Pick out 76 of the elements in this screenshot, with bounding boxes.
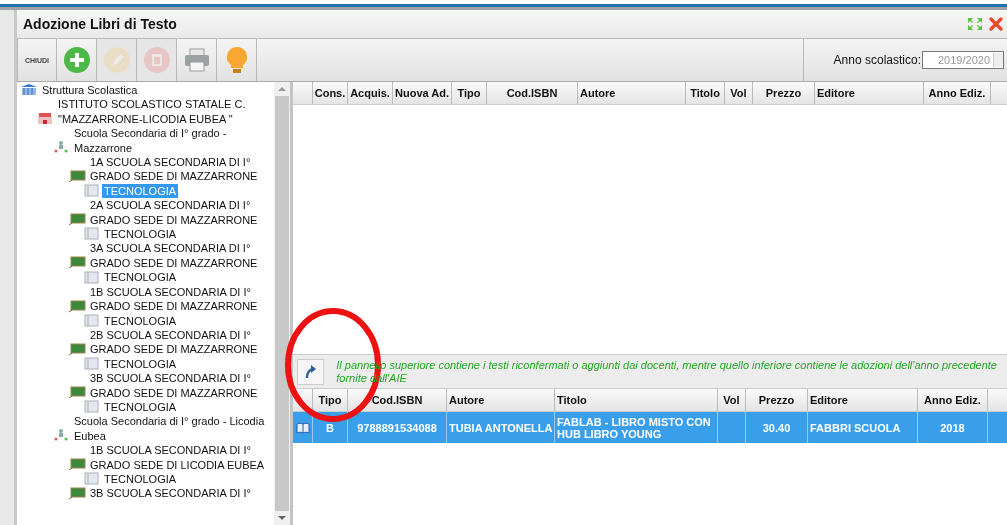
lightbulb-icon xyxy=(225,46,248,74)
column-header[interactable]: Titolo xyxy=(686,82,725,104)
tree-item[interactable]: 3A SCUOLA SECONDARIA DI I° GRADO SEDE DI MAZZARRONE xyxy=(88,241,274,271)
people-icon xyxy=(52,140,70,155)
table-cell: TUBIA ANTONELLA xyxy=(449,421,553,434)
tree-item[interactable]: 3B SCUOLA SECONDARIA DI I° xyxy=(88,486,253,501)
blackboard-icon xyxy=(68,385,86,399)
blackboard-icon xyxy=(68,256,86,270)
plus-icon xyxy=(62,46,91,74)
column-header[interactable]: Cod.ISBN xyxy=(487,82,578,104)
column-header[interactable]: Prezzo xyxy=(746,389,808,411)
column-header[interactable]: Vol xyxy=(718,389,746,411)
column-header[interactable]: Editore xyxy=(815,82,924,104)
column-header[interactable]: Autore xyxy=(447,389,555,411)
tree-item[interactable]: TECNOLOGIA xyxy=(102,270,179,285)
tree-item[interactable]: TECNOLOGIA xyxy=(102,313,179,328)
book-icon xyxy=(84,400,100,414)
move-up-button[interactable] xyxy=(297,358,325,385)
column-header[interactable]: Editore xyxy=(808,389,918,411)
school-building-icon xyxy=(36,112,54,126)
table-cell: FABBRI SCUOLA xyxy=(810,421,901,434)
book-icon xyxy=(84,357,100,371)
table-cell: B xyxy=(326,421,334,434)
tree-item[interactable]: 1A SCUOLA SECONDARIA DI I° GRADO SEDE DI MAZZARRONE xyxy=(88,155,274,184)
blackboard-icon xyxy=(68,342,86,356)
table-cell-text: FABLAB - LIBRO MISTO CON HUB LIBRO YOUNG xyxy=(557,415,712,440)
book-icon xyxy=(84,184,100,198)
tree-item[interactable]: TECNOLOGIA xyxy=(102,356,179,372)
school-year-label: Anno scolastico: xyxy=(833,53,921,67)
close-icon[interactable] xyxy=(989,17,1003,31)
column-header[interactable]: Tipo xyxy=(452,82,487,104)
table-cell: 2018 xyxy=(940,421,965,434)
tree-item[interactable]: Scuola Secondaria di I° grado - Mazzarrone xyxy=(72,126,274,156)
trash-icon xyxy=(142,46,171,74)
tree-item[interactable]: 1B SCUOLA SECONDARIA DI I° GRADO SEDE DI MAZZARRONE xyxy=(88,284,274,314)
tree-item[interactable]: Struttura Scolastica xyxy=(40,83,140,98)
pencil-icon xyxy=(102,46,131,74)
blackboard-icon xyxy=(68,299,86,313)
table-cell: 9788891534088 xyxy=(357,421,437,434)
tree-item[interactable]: 2B SCUOLA SECONDARIA DI I° GRADO SEDE DI MAZZARRONE xyxy=(88,327,274,357)
scrollbar[interactable] xyxy=(274,82,290,525)
expand-icon[interactable] xyxy=(967,17,983,31)
people-icon xyxy=(52,428,70,443)
table-cell: 30.40 xyxy=(762,421,791,434)
blackboard-icon xyxy=(68,457,86,471)
column-header[interactable]: Cons. xyxy=(313,82,348,104)
blackboard-icon xyxy=(68,169,86,183)
column-header[interactable]: Cod.ISBN xyxy=(348,389,447,411)
tree-item[interactable]: Scuola Secondaria di I° grado - Licodia Eubea xyxy=(72,414,274,444)
column-header[interactable]: Autore xyxy=(578,82,686,104)
printer-icon xyxy=(183,47,210,73)
tree-item[interactable]: 2A SCUOLA SECONDARIA DI I° GRADO SEDE DI MAZZARRONE xyxy=(88,198,274,228)
column-header[interactable]: Titolo xyxy=(555,389,718,411)
book-icon xyxy=(84,227,100,241)
tree-item[interactable]: ISTITUTO SCOLASTICO STATALE C. "MAZZARRONE-LICODIA EUBEA " xyxy=(56,97,274,127)
arrow-icon xyxy=(303,363,318,380)
column-header[interactable]: Vol xyxy=(725,82,753,104)
book-icon xyxy=(295,421,310,434)
building-icon xyxy=(20,83,38,97)
column-header[interactable]: Tipo xyxy=(313,389,348,411)
tree-item[interactable]: TECNOLOGIA xyxy=(102,471,179,487)
blackboard-icon xyxy=(68,213,86,227)
column-header[interactable]: Prezzo xyxy=(753,82,815,104)
column-header[interactable]: Nuova Ad. xyxy=(393,82,452,104)
column-header[interactable]: Anno Ediz. xyxy=(918,389,988,411)
blackboard-icon xyxy=(68,486,86,500)
book-icon xyxy=(84,313,100,327)
column-header[interactable]: Anno Ediz. xyxy=(924,82,991,104)
book-icon xyxy=(84,472,100,486)
tree-item[interactable]: 3B SCUOLA SECONDARIA DI I° GRADO SEDE DI MAZZARRONE xyxy=(88,371,274,400)
column-header[interactable]: Acquis. xyxy=(348,82,393,104)
book-icon xyxy=(84,270,100,284)
tree-item[interactable]: TECNOLOGIA xyxy=(102,227,179,242)
tree-item[interactable]: 1B SCUOLA SECONDARIA DI I° GRADO SEDE DI LICODIA EUBEA xyxy=(88,443,274,472)
tree-item[interactable]: TECNOLOGIA xyxy=(102,399,179,415)
window-title: Adozione Libri di Testo xyxy=(23,16,178,32)
